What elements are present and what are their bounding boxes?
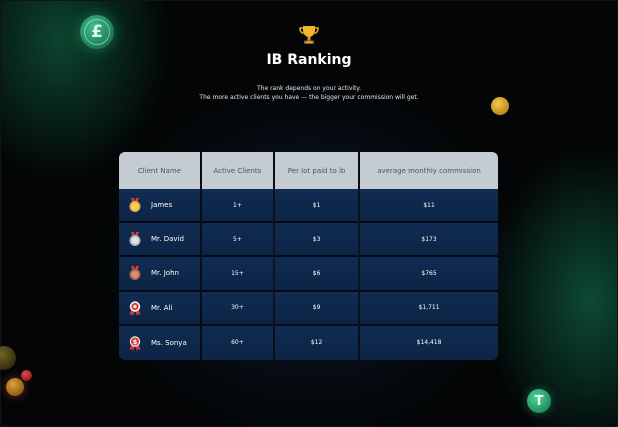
bronze-medal-icon — [129, 266, 141, 281]
client-name-cell: $ Ms. Sonya — [119, 325, 200, 360]
svg-text:$: $ — [133, 338, 138, 346]
client-name-cell: Mr. David — [119, 223, 200, 258]
table-row: James 1+ $1 $11 — [119, 189, 498, 224]
column-header-client-name: Client Name — [119, 152, 200, 189]
client-name-cell: James — [119, 189, 200, 224]
client-name-cell: Mr. John — [119, 257, 200, 292]
table-row: Mr. John 15+ $6 $765 — [119, 257, 498, 292]
client-name: Mr. David — [151, 235, 184, 244]
tether-coin-icon: T — [527, 389, 551, 413]
client-name: Mr. John — [151, 269, 179, 278]
ribbon-medal-icon — [129, 300, 141, 316]
commission-cell: $765 — [360, 257, 498, 292]
subtitle-line: The rank depends on your activity. — [257, 85, 361, 92]
active-clients-cell: 1+ — [201, 189, 274, 224]
silver-medal-icon — [129, 232, 141, 247]
column-header-per-lot: Per lot paid to ib — [275, 152, 359, 189]
subtitle-line: The more active clients you have — the b… — [199, 94, 419, 101]
commission-cell: $1,711 — [360, 291, 498, 326]
page-subtitle: The rank depends on your activity. The m… — [0, 84, 618, 102]
gold-coin-icon — [6, 378, 24, 396]
per-lot-cell: $9 — [275, 291, 359, 326]
active-clients-cell: 15+ — [201, 257, 274, 292]
per-lot-cell: $12 — [275, 325, 359, 360]
active-clients-cell: 30+ — [201, 291, 274, 326]
active-clients-cell: 5+ — [201, 223, 274, 258]
page-title: IB Ranking — [266, 52, 352, 68]
client-name-cell: Mr. Ali — [119, 291, 200, 326]
commission-cell: $14,418 — [360, 325, 498, 360]
client-name: James — [151, 201, 173, 210]
per-lot-cell: $1 — [275, 189, 359, 224]
column-header-active-clients: Active Clients — [201, 152, 274, 189]
active-clients-cell: 60+ — [201, 325, 274, 360]
table-header-row: Client Name Active Clients Per lot paid … — [119, 152, 498, 189]
client-name: Mr. Ali — [151, 303, 173, 312]
gold-medal-icon — [129, 198, 141, 213]
client-name: Ms. Sonya — [151, 338, 187, 347]
dollar-medal-icon: $ — [129, 336, 141, 351]
trophy-icon — [299, 26, 319, 44]
column-header-commission: average monthly commission — [360, 152, 498, 189]
red-coin-icon — [21, 370, 32, 381]
table-row: $ Ms. Sonya 60+ $12 $14,418 — [119, 325, 498, 360]
commission-cell: $11 — [360, 189, 498, 224]
pound-coin-icon: £ — [80, 15, 114, 49]
commission-cell: $173 — [360, 223, 498, 258]
per-lot-cell: $3 — [275, 223, 359, 258]
ranking-table: Client Name Active Clients Per lot paid … — [119, 152, 498, 360]
per-lot-cell: $6 — [275, 257, 359, 292]
table-row: Mr. David 5+ $3 $173 — [119, 223, 498, 258]
table-row: Mr. Ali 30+ $9 $1,711 — [119, 291, 498, 326]
